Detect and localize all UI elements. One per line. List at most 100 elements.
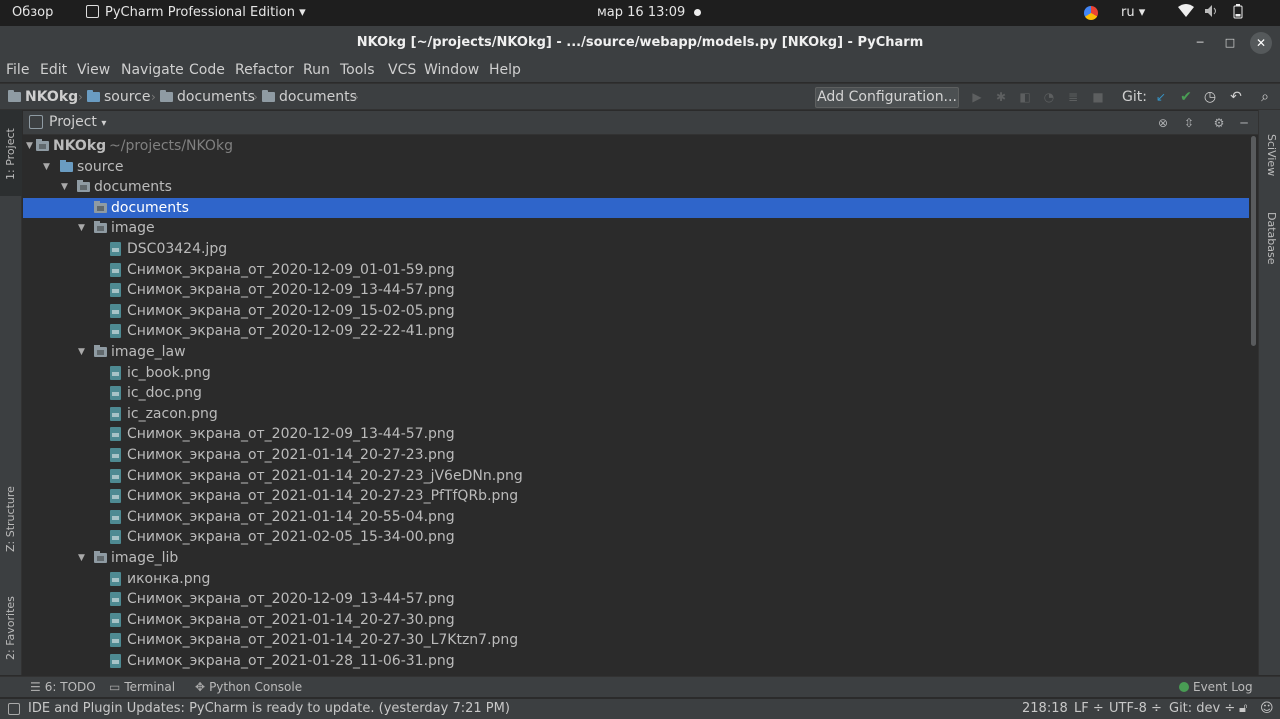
breadcrumb-documents-sub[interactable]: documents bbox=[262, 84, 357, 111]
tree-folder-row[interactable]: ▼ image_lib bbox=[23, 548, 1249, 568]
collapse-all-icon[interactable]: ⇳ bbox=[1181, 115, 1197, 131]
tab-event-log[interactable]: Event Log bbox=[1179, 677, 1253, 698]
search-everywhere-icon[interactable]: ⌕ bbox=[1257, 89, 1273, 105]
tree-scrollbar-thumb[interactable] bbox=[1251, 136, 1256, 346]
tree-folder-row[interactable]: ▼ image bbox=[23, 218, 1249, 238]
menu-tools[interactable]: Tools bbox=[340, 60, 375, 82]
language-indicator[interactable]: ru ▾ bbox=[1121, 0, 1145, 26]
menu-window[interactable]: Window bbox=[424, 60, 479, 82]
tree-file-row[interactable]: Снимок_экрана_от_2020-12-09_01-01-59.png bbox=[23, 260, 1249, 280]
tree-file-row[interactable]: ic_doc.png bbox=[23, 383, 1249, 403]
settings-gear-icon[interactable]: ⚙ bbox=[1211, 115, 1227, 131]
breadcrumb-documents[interactable]: documents bbox=[160, 84, 255, 111]
add-configuration-button[interactable]: Add Configuration... bbox=[815, 87, 959, 108]
git-label: Git: bbox=[1122, 89, 1147, 105]
tab-python-console[interactable]: ✥ Python Console bbox=[195, 677, 302, 698]
folder-icon bbox=[8, 90, 21, 102]
app-menu[interactable]: PyCharm Professional Edition ▾ bbox=[86, 0, 306, 26]
debug-icon[interactable]: ✱ bbox=[993, 89, 1009, 105]
minimize-button[interactable]: ─ bbox=[1192, 35, 1208, 51]
chrome-tray-icon[interactable] bbox=[1084, 6, 1098, 20]
breadcrumb-project[interactable]: NKOkg bbox=[8, 84, 78, 111]
expand-arrow-icon[interactable]: ▼ bbox=[78, 548, 88, 568]
menu-help[interactable]: Help bbox=[489, 60, 521, 82]
wifi-icon[interactable] bbox=[1178, 0, 1194, 26]
caret-position[interactable]: 218:18 bbox=[1022, 699, 1068, 719]
expand-arrow-icon[interactable]: ▼ bbox=[43, 157, 53, 177]
expand-arrow-icon[interactable]: ▼ bbox=[26, 136, 36, 156]
menu-vcs[interactable]: VCS bbox=[388, 60, 416, 82]
toggle-tool-windows-icon[interactable] bbox=[8, 703, 20, 715]
tree-file-row[interactable]: Снимок_экрана_от_2020-12-09_13-44-57.png bbox=[23, 280, 1249, 300]
tree-folder-row[interactable]: documents bbox=[23, 198, 1249, 218]
tree-file-row[interactable]: Снимок_экрана_от_2021-01-14_20-27-23_jV6… bbox=[23, 466, 1249, 486]
line-separator[interactable]: LF ÷ bbox=[1074, 699, 1104, 719]
status-message[interactable]: IDE and Plugin Updates: PyCharm is ready… bbox=[28, 699, 510, 719]
breadcrumb-separator-icon: › bbox=[253, 90, 258, 104]
locate-file-icon[interactable]: ⊗ bbox=[1155, 115, 1171, 131]
expand-arrow-icon[interactable]: ▼ bbox=[61, 177, 71, 197]
tree-file-row[interactable]: Снимок_экрана_от_2021-01-14_20-27-23_PfT… bbox=[23, 486, 1249, 506]
menu-navigate[interactable]: Navigate bbox=[121, 60, 184, 82]
tree-file-row[interactable]: Снимок_экрана_от_2020-12-09_13-44-57.png bbox=[23, 589, 1249, 609]
expand-arrow-icon[interactable]: ▼ bbox=[78, 342, 88, 362]
coverage-icon[interactable]: ◧ bbox=[1017, 89, 1033, 105]
tree-item-label: DSC03424.jpg bbox=[127, 241, 228, 257]
tab-structure[interactable]: Z: Structure bbox=[0, 478, 22, 558]
tree-file-row[interactable]: ic_zacon.png bbox=[23, 404, 1249, 424]
concurrency-icon[interactable]: ≣ bbox=[1065, 89, 1081, 105]
tree-file-row[interactable]: Снимок_экрана_от_2021-01-28_11-06-31.png bbox=[23, 651, 1249, 671]
volume-icon[interactable] bbox=[1205, 0, 1219, 26]
git-rollback-icon[interactable]: ↶ bbox=[1228, 89, 1244, 105]
tab-project[interactable]: 1: Project bbox=[0, 110, 22, 196]
menu-edit[interactable]: Edit bbox=[40, 60, 67, 82]
maximize-button[interactable]: □ bbox=[1222, 35, 1238, 51]
inspector-icon[interactable]: ☺ bbox=[1260, 699, 1274, 719]
menu-run[interactable]: Run bbox=[303, 60, 330, 82]
tree-file-row[interactable]: иконка.png bbox=[23, 569, 1249, 589]
project-view-selector[interactable]: Project ▾ bbox=[49, 111, 106, 135]
tree-file-row[interactable]: Снимок_экрана_от_2020-12-09_15-02-05.png bbox=[23, 301, 1249, 321]
tab-todo[interactable]: ☰ 6: TODO bbox=[30, 677, 96, 698]
tree-item-label: source bbox=[77, 159, 124, 175]
menu-code[interactable]: Code bbox=[189, 60, 225, 82]
tree-folder-row[interactable]: ▼ documents bbox=[23, 177, 1249, 197]
git-commit-icon[interactable]: ✔ bbox=[1178, 89, 1194, 105]
tree-folder-row[interactable]: ▼ NKOkg ~/projects/NKOkg bbox=[23, 136, 1249, 156]
tab-favorites[interactable]: 2: Favorites bbox=[0, 580, 22, 670]
tab-terminal[interactable]: ▭ Terminal bbox=[109, 677, 175, 698]
tree-file-row[interactable]: Снимок_экрана_от_2021-02-05_15-34-00.png bbox=[23, 527, 1249, 547]
tree-file-row[interactable]: Снимок_экрана_от_2021-01-14_20-27-30_L7K… bbox=[23, 630, 1249, 650]
profile-icon[interactable]: ◔ bbox=[1041, 89, 1057, 105]
activities-overview-button[interactable]: Обзор bbox=[12, 0, 53, 26]
git-branch[interactable]: Git: dev ÷ bbox=[1169, 699, 1235, 719]
tree-file-row[interactable]: Снимок_экрана_от_2021-01-14_20-55-04.png bbox=[23, 507, 1249, 527]
menu-file[interactable]: File bbox=[6, 60, 29, 82]
tree-file-row[interactable]: Снимок_экрана_от_2021-01-14_20-27-23.png bbox=[23, 445, 1249, 465]
close-button[interactable]: ✕ bbox=[1250, 32, 1272, 54]
tree-file-row[interactable]: DSC03424.jpg bbox=[23, 239, 1249, 259]
tab-sciview[interactable]: SciView bbox=[1262, 120, 1280, 190]
expand-arrow-icon[interactable]: ▼ bbox=[78, 218, 88, 238]
tree-file-row[interactable]: Снимок_экрана_от_2020-12-09_13-44-57.png bbox=[23, 424, 1249, 444]
battery-icon[interactable] bbox=[1233, 0, 1243, 26]
breadcrumb-source[interactable]: source bbox=[87, 84, 151, 111]
git-history-icon[interactable]: ◷ bbox=[1202, 89, 1218, 105]
lock-icon[interactable]: 🔓︎ bbox=[1239, 699, 1247, 719]
hide-panel-icon[interactable]: ─ bbox=[1236, 115, 1252, 131]
tree-file-row[interactable]: ic_book.png bbox=[23, 363, 1249, 383]
file-encoding[interactable]: UTF-8 ÷ bbox=[1109, 699, 1162, 719]
project-tree[interactable]: ▼ NKOkg ~/projects/NKOkg ▼ source ▼ documents d… bbox=[23, 136, 1249, 675]
tree-scrollbar[interactable] bbox=[1249, 136, 1258, 675]
tree-file-row[interactable]: Снимок_экрана_от_2021-01-14_20-27-30.png bbox=[23, 610, 1249, 630]
system-clock[interactable]: мар 16 13:09 bbox=[597, 0, 685, 26]
git-update-icon[interactable]: ↙ bbox=[1153, 89, 1169, 105]
menu-refactor[interactable]: Refactor bbox=[235, 60, 294, 82]
run-icon[interactable]: ▶ bbox=[969, 89, 985, 105]
tree-file-row[interactable]: Снимок_экрана_от_2020-12-09_22-22-41.png bbox=[23, 321, 1249, 341]
menu-view[interactable]: View bbox=[77, 60, 110, 82]
tree-folder-row[interactable]: ▼ image_law bbox=[23, 342, 1249, 362]
tab-database[interactable]: Database bbox=[1262, 196, 1280, 270]
tree-folder-row[interactable]: ▼ source bbox=[23, 157, 1249, 177]
stop-icon[interactable]: ■ bbox=[1090, 89, 1106, 105]
